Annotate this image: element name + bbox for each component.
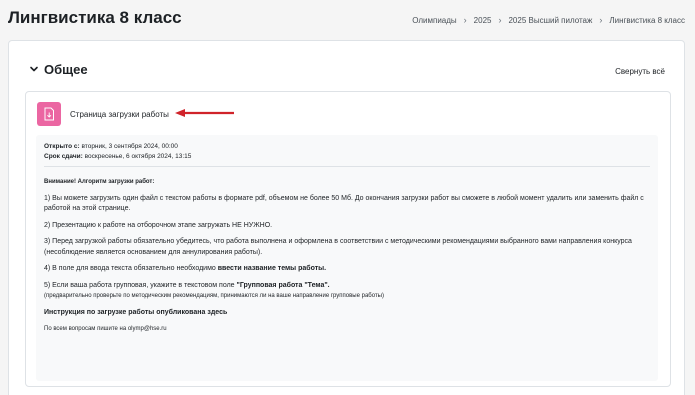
arrow-left-icon [175, 109, 234, 117]
chevron-down-icon[interactable] [29, 64, 39, 74]
activity-dates: Открыто с: вторник, 3 сентября 2024, 00:… [44, 142, 650, 162]
breadcrumb-item-olympiads[interactable]: Олимпиады [412, 16, 456, 25]
page-title: Лингвистика 8 класс [8, 8, 182, 27]
rule-5-text: 5) Если ваша работа групповая, укажите в… [44, 281, 237, 289]
course-section-card: Общее Свернуть всё Страница загрузки раб… [8, 40, 685, 395]
chevron-right-icon: › [498, 15, 502, 25]
rule-3: 3) Перед загрузкой работы обязательно уб… [44, 238, 632, 256]
file-upload-icon[interactable] [37, 102, 61, 126]
opened-label: Открыто с: [44, 143, 80, 150]
activity-card: Страница загрузки работы Открыто с: втор… [25, 91, 671, 387]
due-label: Срок сдачи: [44, 153, 83, 160]
activity-description: Внимание! Алгоритм загрузки работ: 1) Вы… [44, 177, 650, 335]
divider [44, 166, 650, 167]
contact-text: По всем вопросам пишите на olymp@hse.ru [44, 326, 167, 332]
rule-5: 5) Если ваша работа групповая, укажите в… [44, 281, 650, 302]
chevron-right-icon: › [463, 15, 467, 25]
rule-4-text: 4) В поле для ввода текста обязательно н… [44, 265, 218, 272]
opened-value: вторник, 3 сентября 2024, 00:00 [81, 143, 178, 150]
rule-5-bold: "Групповая работа "Тема". [236, 281, 330, 289]
due-value: воскресенье, 6 октября 2024, 13:15 [84, 153, 192, 160]
breadcrumb-item-year[interactable]: 2025 [474, 16, 492, 25]
rule-4: 4) В поле для ввода текста обязательно н… [44, 264, 650, 275]
instruction-link[interactable]: Инструкция по загрузке работы опубликова… [44, 309, 227, 316]
collapse-all-link[interactable]: Свернуть всё [615, 67, 665, 76]
activity-details: Открыто с: вторник, 3 сентября 2024, 00:… [36, 135, 658, 381]
rule-5-note: (предварительно проверьте по методически… [44, 293, 384, 299]
breadcrumb: Олимпиады › 2025 › 2025 Высший пилотаж ›… [412, 15, 685, 25]
breadcrumb-item-current[interactable]: Лингвистика 8 класс [609, 16, 685, 25]
chevron-right-icon: › [599, 15, 603, 25]
rule-2: 2) Презентацию к работе на отборочном эт… [44, 221, 273, 229]
breadcrumb-item-category[interactable]: 2025 Высший пилотаж [508, 16, 592, 25]
rule-1: 1) Вы можете загрузить один файл с текст… [44, 194, 644, 213]
attention-text: Внимание! Алгоритм загрузки работ: [44, 179, 155, 185]
section-title[interactable]: Общее [44, 62, 88, 77]
activity-name-link[interactable]: Страница загрузки работы [70, 110, 169, 119]
rule-4-bold: ввести название темы работы. [217, 265, 327, 272]
